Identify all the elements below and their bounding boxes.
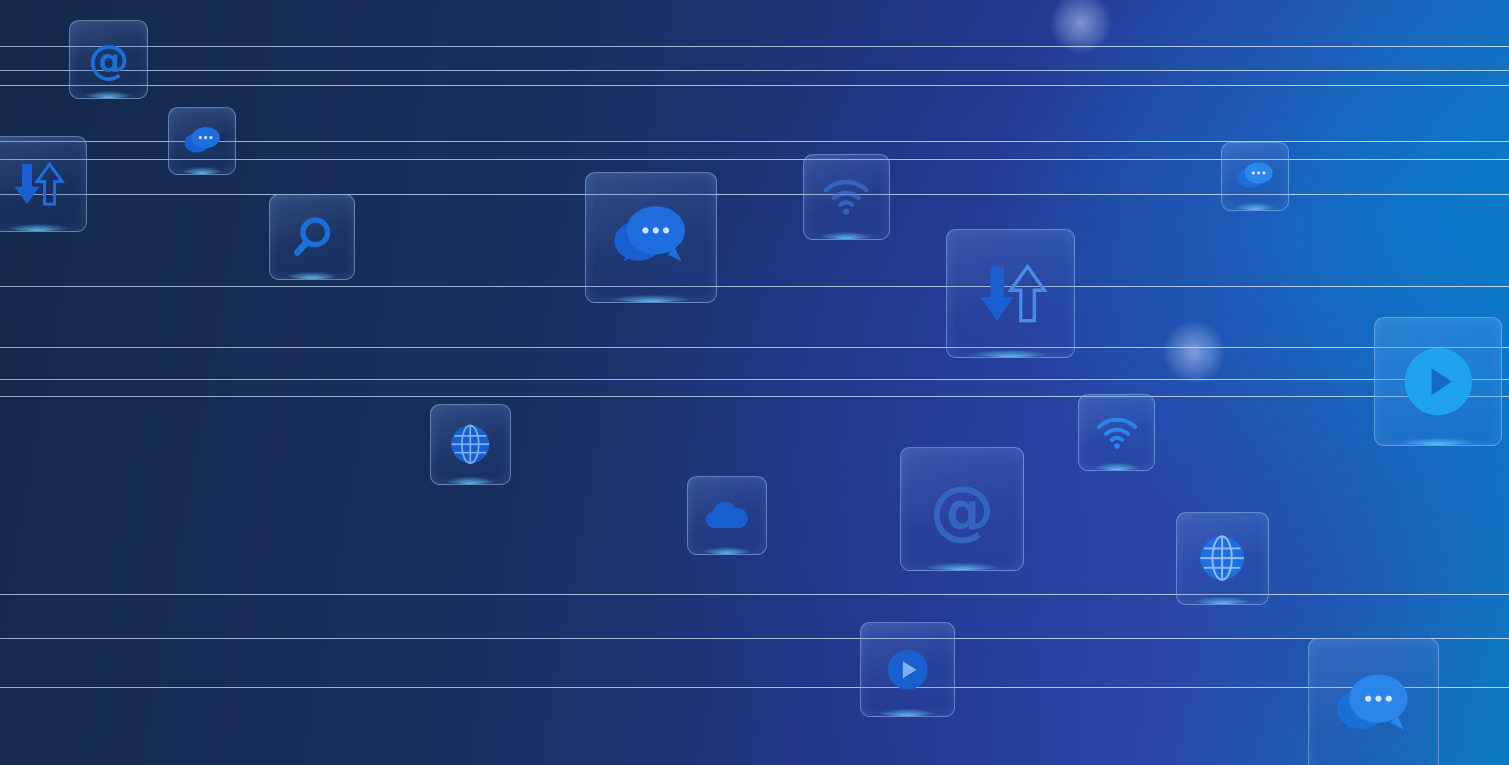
play-tile — [860, 622, 955, 717]
chat-tile — [1221, 142, 1289, 211]
wifi-tile — [1078, 394, 1155, 471]
chat-tile-large — [585, 172, 717, 303]
globe-icon — [1200, 535, 1245, 582]
globe-tile — [1176, 512, 1269, 605]
wifi-icon — [824, 179, 869, 215]
play-icon — [887, 649, 928, 690]
transfer-arrows-icon — [980, 263, 1048, 323]
light-line — [0, 286, 1509, 287]
light-line — [0, 85, 1509, 86]
search-tile — [269, 194, 355, 280]
light-line — [0, 638, 1509, 639]
cloud-tile — [687, 476, 767, 555]
search-icon — [294, 217, 331, 257]
transfer-arrows-icon — [14, 161, 66, 206]
wifi-tile — [803, 154, 890, 240]
svg-text:@: @ — [929, 473, 994, 548]
play-icon — [1404, 347, 1472, 416]
globe-icon — [451, 424, 490, 465]
chat-bubbles-icon — [614, 206, 686, 262]
svg-text:@: @ — [88, 36, 129, 84]
at-sign-tile-large: @ — [900, 447, 1024, 571]
play-tile-bright — [1374, 317, 1502, 446]
light-line — [0, 46, 1509, 47]
light-line — [0, 70, 1509, 71]
wifi-icon — [1096, 417, 1137, 449]
light-line — [0, 594, 1509, 595]
light-line — [0, 687, 1509, 688]
light-line — [0, 347, 1509, 348]
chat-bubbles-icon — [184, 126, 220, 153]
bokeh-light — [1163, 321, 1225, 383]
at-sign-icon: @ — [929, 473, 994, 548]
globe-tile — [430, 404, 511, 485]
transfer-tile — [0, 136, 87, 232]
at-sign-icon: @ — [88, 36, 129, 84]
cloud-icon — [705, 501, 748, 528]
at-sign-tile: @ — [69, 20, 148, 99]
background-scene: @ @ — [0, 0, 1509, 765]
light-line — [0, 379, 1509, 380]
chat-tile — [168, 107, 236, 175]
chat-bubbles-icon — [1237, 162, 1273, 188]
light-line — [0, 396, 1509, 397]
chat-tile-large — [1308, 638, 1439, 765]
chat-bubbles-icon — [1337, 674, 1408, 730]
transfer-tile-large — [946, 229, 1075, 358]
